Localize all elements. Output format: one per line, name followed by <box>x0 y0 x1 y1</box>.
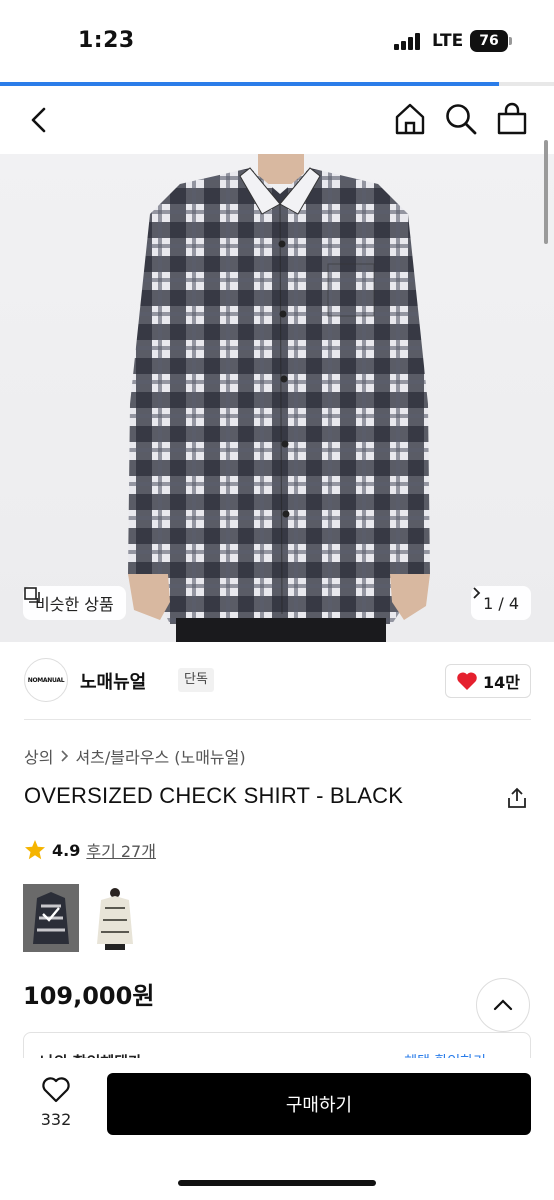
divider <box>24 719 531 720</box>
brand-logo[interactable]: NOMANUAL <box>24 658 68 702</box>
top-nav <box>0 86 554 154</box>
product-title: OVERSIZED CHECK SHIRT - BLACK <box>24 783 404 808</box>
rating-row: 4.9 후기 27개 <box>24 838 156 862</box>
breadcrumb-category[interactable]: 상의 <box>24 744 53 768</box>
reviews-link[interactable]: 후기 27개 <box>86 838 156 862</box>
breadcrumb-subcategory[interactable]: 셔츠/블라우스 (노매뉴얼) <box>75 744 245 768</box>
chevron-right-icon <box>473 587 481 599</box>
swatch-black-thumbnail <box>23 884 79 952</box>
brand-row[interactable]: NOMANUAL 노매뉴얼 단독 14만 <box>24 654 531 708</box>
status-time: 1:23 <box>78 28 135 53</box>
heart-filled-icon <box>457 672 477 690</box>
similar-products-button[interactable]: 비슷한 상품 <box>23 586 126 620</box>
battery-tip <box>509 37 512 45</box>
star-icon <box>25 840 45 860</box>
product-photo <box>128 154 430 642</box>
chevron-right-icon <box>61 750 69 762</box>
image-page-indicator[interactable]: 1 / 4 <box>471 586 531 620</box>
bottom-action-bar: 332 구매하기 <box>0 1058 554 1200</box>
search-icon[interactable] <box>444 102 478 136</box>
chevron-left-icon[interactable] <box>24 104 56 136</box>
similar-products-label: 비슷한 상품 <box>35 595 114 614</box>
breadcrumb: 상의 셔츠/블라우스 (노매뉴얼) <box>24 744 246 768</box>
scroll-top-button[interactable] <box>476 978 530 1032</box>
buy-button[interactable]: 구매하기 <box>107 1073 531 1135</box>
swatch-ivory[interactable] <box>87 884 143 952</box>
swatch-ivory-thumbnail <box>87 884 143 952</box>
brand-like-count: 14만 <box>483 673 520 692</box>
battery-icon: 76 <box>470 30 508 52</box>
color-swatches <box>23 884 143 952</box>
brand-like-button[interactable]: 14만 <box>445 664 531 698</box>
chevron-up-icon <box>493 999 513 1011</box>
shopping-bag-icon[interactable] <box>496 102 528 136</box>
product-price: 109,000원 <box>23 982 155 1010</box>
exclusive-badge: 단독 <box>178 668 214 692</box>
swatch-black[interactable] <box>23 884 79 952</box>
signal-icon <box>394 32 422 50</box>
wishlist-count: 332 <box>40 1110 72 1129</box>
status-bar: 1:23 LTE 76 <box>0 0 554 80</box>
brand-name[interactable]: 노매뉴얼 <box>80 668 146 694</box>
home-icon[interactable] <box>394 102 426 136</box>
scrollbar[interactable] <box>544 140 548 244</box>
copy-icon <box>24 587 40 603</box>
heart-outline-icon <box>42 1077 70 1103</box>
network-label: LTE <box>432 31 464 51</box>
wishlist-button[interactable]: 332 <box>32 1076 80 1129</box>
page-indicator-label: 1 / 4 <box>483 593 519 613</box>
rating-value: 4.9 <box>52 840 81 860</box>
product-image[interactable]: 비슷한 상품 1 / 4 <box>0 154 554 642</box>
share-icon[interactable] <box>505 786 529 810</box>
home-indicator <box>178 1180 376 1186</box>
